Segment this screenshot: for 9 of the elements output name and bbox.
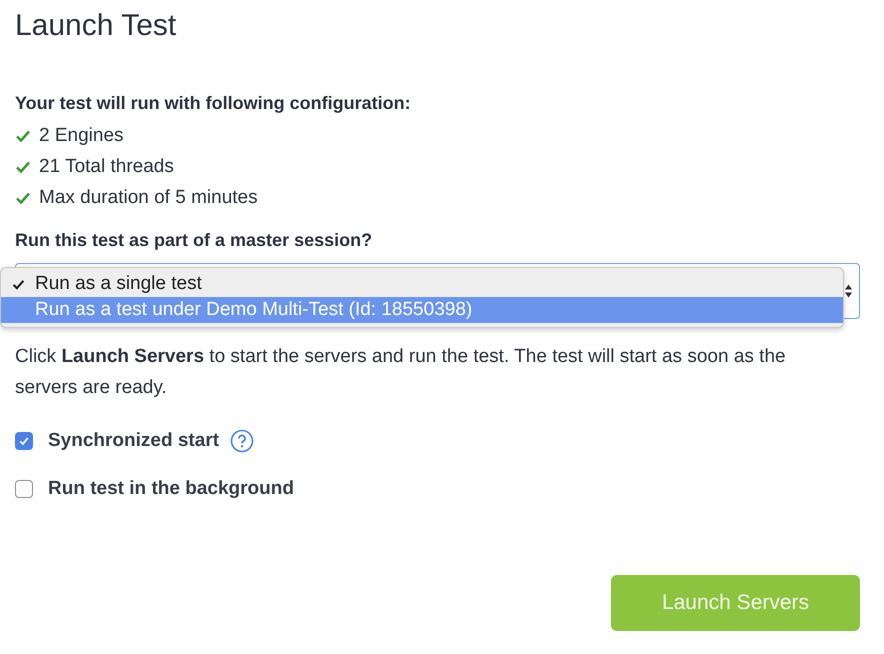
session-question: Run this test as part of a master session? [15, 229, 374, 251]
config-heading: Your test will run with following configuration: [15, 92, 412, 114]
config-item: Max duration of 5 minutes [39, 186, 258, 208]
checkbox-label: Run test in the background [48, 478, 294, 500]
page-title: Launch Test [15, 8, 178, 44]
config-item: 2 Engines [39, 124, 124, 146]
checkbox-label: Synchronized start [48, 430, 220, 452]
config-item: 21 Total threads [39, 156, 174, 178]
info-text: Click Launch Servers to start the servers and run the test. The test will start as soon as the servers are ready. [15, 345, 787, 400]
